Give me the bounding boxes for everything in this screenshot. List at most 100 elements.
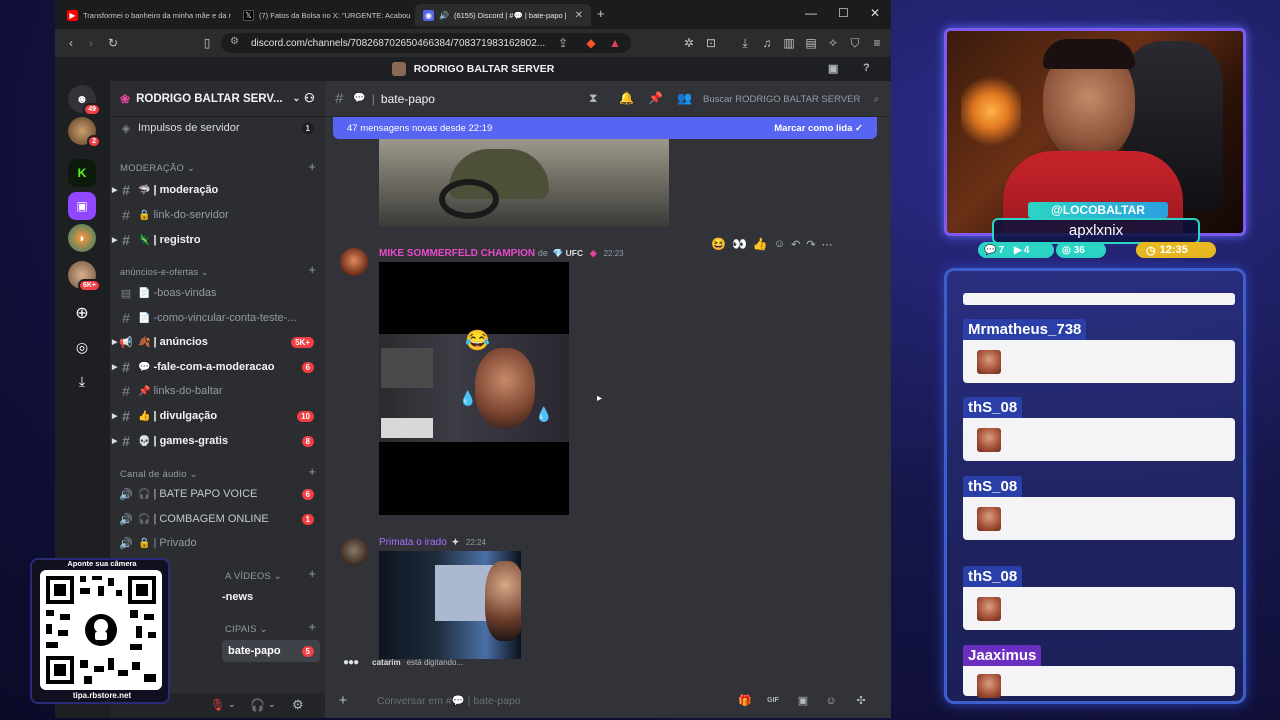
mute-icon[interactable]: 🎙 [210, 698, 225, 712]
browser-window: ▶ Transformei o banheiro da minha mãe e … [55, 0, 891, 718]
back-icon[interactable]: ‹ [63, 35, 79, 51]
chevron-down-icon[interactable]: ⌄ [228, 699, 236, 710]
avatar[interactable] [340, 538, 368, 566]
add-channel-icon[interactable]: + [308, 566, 316, 581]
more-icon[interactable]: ⋯ [822, 238, 833, 251]
pin-icon[interactable]: 📌 [648, 91, 663, 105]
channel-links-do-baltar[interactable]: # 📌 links-do-baltar [118, 380, 320, 402]
channel-registro[interactable]: ▶ # 🦎 | registro [112, 229, 320, 251]
threads-icon[interactable]: ⧗ [589, 91, 597, 106]
image-attachment[interactable] [379, 551, 521, 659]
add-channel-icon[interactable]: + [308, 262, 316, 277]
twitch-server-icon[interactable]: ▣ [68, 192, 96, 220]
bookmark-icon[interactable]: ▯ [199, 35, 215, 51]
gif-attachment[interactable]: 😂 💧 💧 [379, 262, 569, 515]
maximize-icon[interactable]: ☐ [838, 6, 849, 20]
channel-boas-vindas[interactable]: ▤ 📄 -boas-vindas [118, 282, 320, 304]
members-icon[interactable]: 👥 [677, 91, 692, 105]
invite-icon[interactable]: ⚇ [304, 91, 315, 105]
message-author[interactable]: MIKE SOMMERFELD CHAMPION [379, 248, 535, 259]
media-icon[interactable]: ♫ [759, 35, 775, 51]
search-input[interactable]: Buscar RODRIGO BALTAR SERVER ⌕ [703, 89, 879, 109]
emoji-thumbs-reaction[interactable]: 👍 [753, 237, 768, 251]
site-info-icon[interactable]: ⚙ [230, 36, 239, 47]
channel-como-vincular[interactable]: # 📄 -como-vincular-conta-teste-... [118, 307, 320, 329]
chevron-down-icon[interactable]: ⌄ [268, 699, 276, 710]
category-moderacao[interactable]: MODERAÇÃO ⌄ [120, 163, 195, 174]
vpn-icon[interactable]: ⛉ [847, 35, 863, 51]
download-icon[interactable]: ⤓ [737, 35, 753, 51]
channel-divulgacao[interactable]: ▶ # 👍 | divulgação 10 [112, 405, 320, 427]
voice-bate-papo[interactable]: 🔊 🎧 | BATE PAPO VOICE 6 [118, 483, 320, 505]
video-attachment[interactable] [379, 139, 669, 227]
new-tab-button[interactable]: + [597, 6, 605, 21]
leo-icon[interactable]: ✧ [825, 35, 841, 51]
wallet-icon[interactable]: ▤ [803, 35, 819, 51]
close-tab-icon[interactable]: ✕ [575, 10, 583, 21]
server-icon[interactable]: ◗ [68, 224, 96, 252]
avatar[interactable] [340, 248, 368, 276]
notification-badge: 6K+ [77, 279, 101, 292]
add-channel-icon[interactable]: + [308, 619, 316, 634]
channel-news[interactable]: -news [222, 586, 318, 608]
apps-icon[interactable]: ✣ [853, 693, 869, 709]
reply-icon[interactable]: ↶ [791, 238, 800, 251]
tab-discord[interactable]: ◉ 🔊 (6155) Discord | #💬 | bate-papo | ✕ [415, 4, 591, 26]
minimize-icon[interactable]: — [805, 6, 817, 20]
gift-icon[interactable]: 🎁 [737, 693, 753, 709]
kick-server-icon[interactable]: K [68, 159, 96, 187]
voice-privado[interactable]: 🔊 🔒 | Privado [118, 532, 320, 554]
tab-x[interactable]: 𝕏 (7) Fatos da Bolsa no X: "URGENTE: Aca… [235, 4, 411, 26]
server-header[interactable]: ❀ RODRIGO BALTAR SERV... ⌄ ⚇ [110, 81, 325, 117]
add-channel-icon[interactable]: + [308, 159, 316, 174]
help-icon[interactable]: ? [863, 62, 870, 74]
bell-icon[interactable]: 🔔 [619, 91, 634, 105]
gif-frame: 😂 💧 💧 [379, 330, 569, 442]
message-input[interactable]: Conversar em #💬 | bate-papo [377, 691, 677, 711]
menu-icon[interactable]: ≡ [869, 35, 885, 51]
sticker-icon[interactable]: ▣ [795, 693, 811, 709]
message-author[interactable]: Primata o irado [379, 537, 447, 548]
share-icon[interactable]: ⇪ [555, 35, 571, 51]
extensions-icon[interactable]: ✲ [681, 35, 697, 51]
category-videos[interactable]: A VÍDEOS ⌄ [225, 571, 282, 582]
emoji-eyes-reaction[interactable]: 👀 [732, 237, 747, 251]
brave-rewards-icon[interactable]: ▲ [607, 35, 623, 51]
channel-fale-com-a-moderacao[interactable]: ▶ # 💬 -fale-com-a-moderacao 6 [112, 356, 320, 378]
category-principais[interactable]: CIPAIS ⌄ [225, 624, 268, 635]
channel-bate-papo[interactable]: bate-papo 5 [222, 640, 320, 662]
voice-combagem[interactable]: 🔊 🎧 | COMBAGEM ONLINE 1 [118, 508, 320, 530]
headphones-icon[interactable]: 🎧 [250, 698, 265, 712]
brave-shield-icon[interactable]: ◆ [583, 35, 599, 51]
inbox-icon[interactable]: ▣ [828, 62, 838, 75]
gif-icon[interactable]: GIF [765, 693, 781, 709]
server-icon[interactable]: 6K+ [68, 261, 101, 292]
gear-icon[interactable]: ⚙ [292, 697, 304, 713]
explore-icon[interactable]: ◎ [68, 333, 96, 361]
add-reaction-icon[interactable]: ☺ [774, 238, 785, 250]
category-anuncios[interactable]: anúncios-e-ofertas ⌄ [120, 267, 209, 278]
download-apps-icon[interactable]: ⤓ [68, 367, 96, 395]
channel-anuncios[interactable]: ▶ 📢 🍂 | anúncios 5K+ [112, 331, 320, 353]
add-attachment-icon[interactable]: + [335, 693, 351, 709]
reload-icon[interactable]: ↻ [105, 35, 121, 51]
channel-moderacao[interactable]: ▶ # 🦈 | moderação [112, 179, 320, 201]
add-channel-icon[interactable]: + [308, 464, 316, 479]
new-messages-bar[interactable]: 47 mensagens novas desde 22:19 Marcar co… [333, 117, 877, 139]
screenshot-icon[interactable]: ⊡ [703, 35, 719, 51]
emoji-laugh-reaction[interactable]: 😆 [711, 237, 726, 251]
category-audio[interactable]: Canal de áudio ⌄ [120, 469, 198, 480]
tab-youtube[interactable]: ▶ Transformei o banheiro da minha mãe e … [59, 4, 231, 26]
emoji-icon[interactable]: ☺ [823, 693, 839, 709]
close-window-icon[interactable]: ✕ [870, 6, 880, 20]
forward-icon[interactable]: ↷ [806, 238, 815, 251]
boost-row[interactable]: ◈ Impulsos de servidor 1 [118, 117, 320, 139]
server-icon[interactable]: 2 [68, 117, 101, 148]
channel-link-do-servidor[interactable]: # 🔒 link-do-servidor [118, 204, 320, 226]
forward-icon[interactable]: › [83, 35, 99, 51]
channel-games-gratis[interactable]: ▶ # 💀 | games-gratis 8 [112, 430, 320, 452]
add-server-icon[interactable]: ⊕ [68, 299, 96, 327]
mark-read-button[interactable]: Marcar como lida ✓ [774, 123, 863, 134]
direct-messages-icon[interactable]: ☻ 49 [68, 85, 101, 116]
sidebar-icon[interactable]: ▥ [781, 35, 797, 51]
